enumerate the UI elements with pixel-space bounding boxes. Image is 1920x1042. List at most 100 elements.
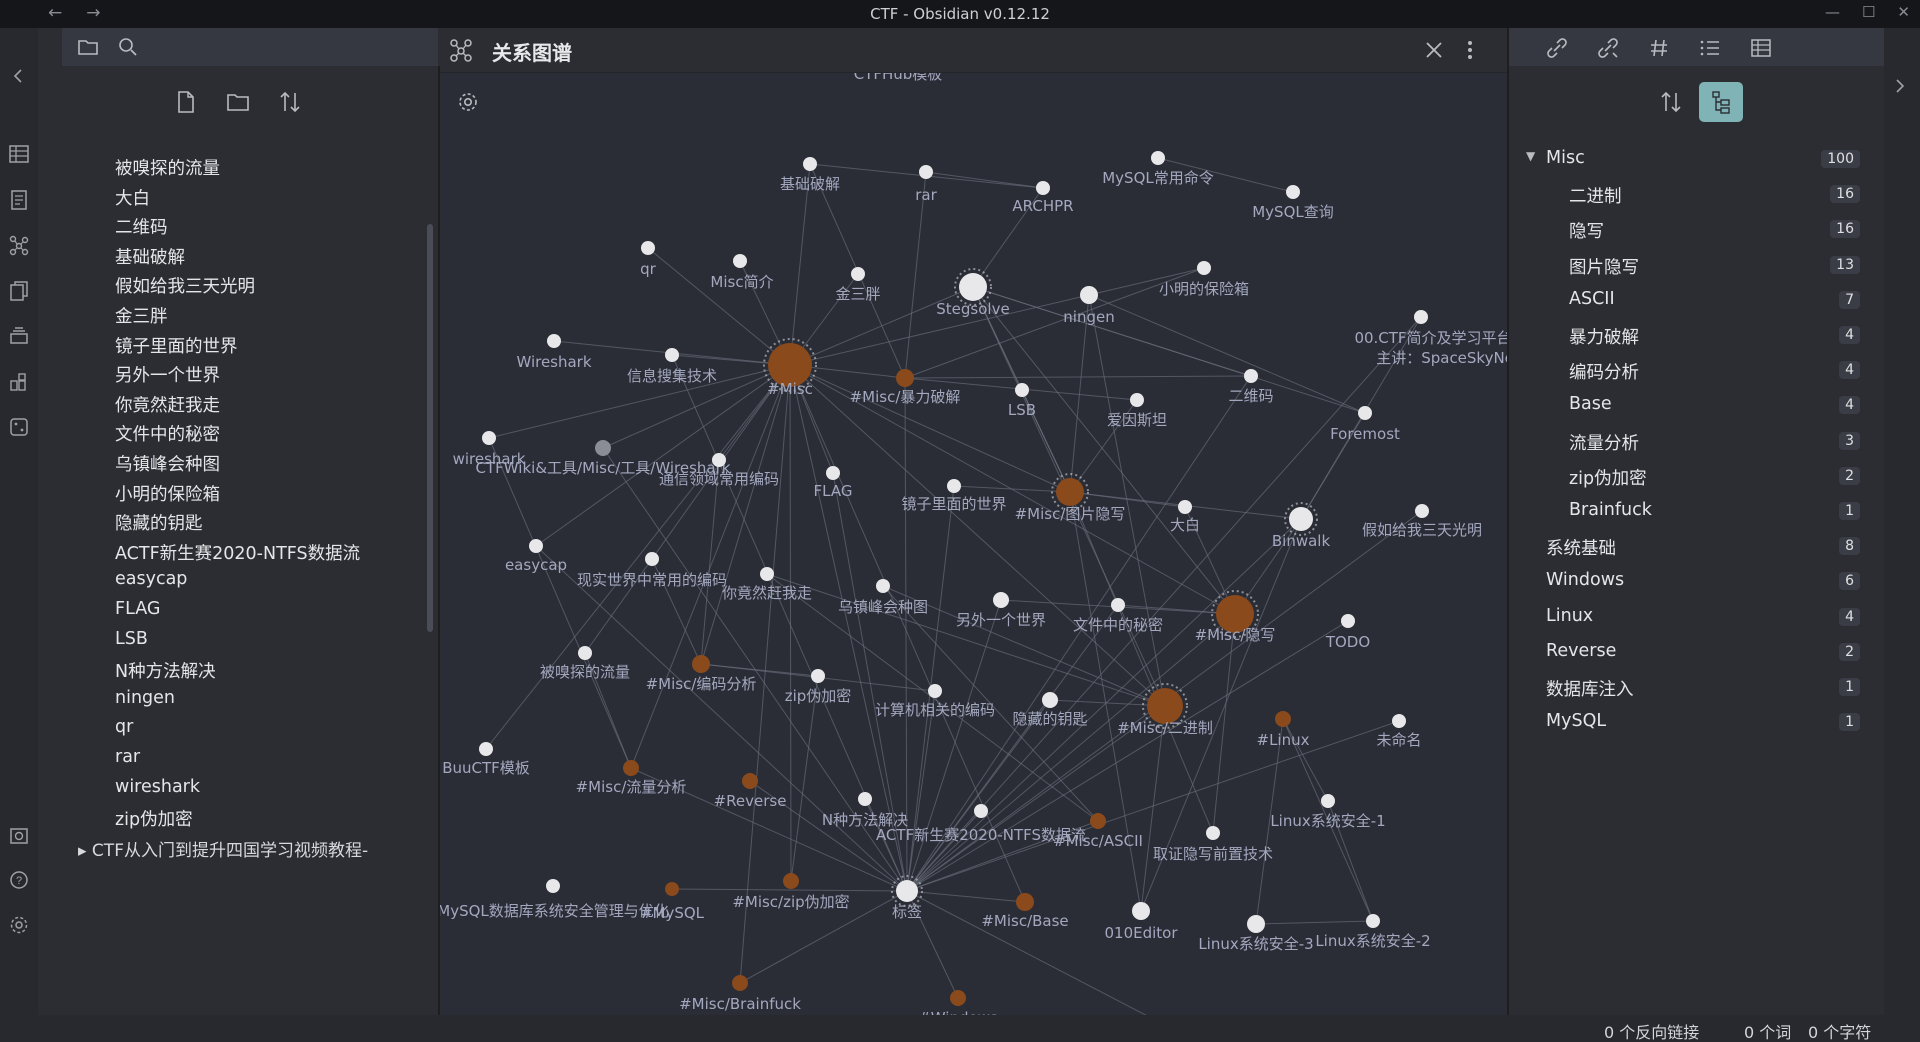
graph-note-node[interactable] <box>529 539 543 553</box>
graph-note-node[interactable] <box>1111 598 1125 612</box>
tag-hash-icon[interactable] <box>1647 36 1671 60</box>
file-item[interactable]: 你竟然赶我走 <box>115 392 220 417</box>
dice-icon[interactable] <box>7 415 31 439</box>
graph-note-node[interactable] <box>1206 826 1220 840</box>
graph-note-node[interactable] <box>1042 692 1058 708</box>
tree-view-toggle[interactable] <box>1699 82 1743 122</box>
graph-note-node[interactable] <box>1244 369 1258 383</box>
file-item[interactable]: 被嗅探的流量 <box>115 155 220 180</box>
graph-note-node[interactable] <box>1321 794 1335 808</box>
graph-note-node[interactable] <box>811 669 825 683</box>
new-folder-icon[interactable] <box>224 88 252 116</box>
file-item[interactable]: LSB <box>115 629 148 649</box>
tag-row[interactable]: ASCII 7 <box>1509 286 1884 316</box>
more-options-icon[interactable] <box>1462 38 1478 62</box>
graph-note-node[interactable] <box>645 552 659 566</box>
graph-tag-node[interactable] <box>950 990 966 1006</box>
outgoing-links-icon[interactable] <box>1596 36 1620 60</box>
graph-note-node[interactable] <box>928 684 942 698</box>
graph-note-node[interactable] <box>1289 507 1313 531</box>
graph-note-node[interactable] <box>1197 261 1211 275</box>
graph-note-node[interactable] <box>1178 500 1192 514</box>
maximize-icon[interactable]: ☐ <box>1862 3 1875 21</box>
search-icon[interactable] <box>116 35 140 59</box>
graph-note-node[interactable] <box>1130 393 1144 407</box>
graph-note-node[interactable] <box>1358 406 1372 420</box>
folder-tab-icon[interactable] <box>76 35 100 59</box>
graph-note-node[interactable] <box>1151 151 1165 165</box>
tag-row[interactable]: 编码分析 4 <box>1509 356 1884 386</box>
graph-note-node[interactable] <box>947 479 961 493</box>
file-item[interactable]: qr <box>115 717 133 737</box>
graph-note-node[interactable] <box>482 431 496 445</box>
graph-note-node[interactable] <box>547 334 561 348</box>
file-item[interactable]: 隐藏的钥匙 <box>115 510 203 535</box>
graph-note-node[interactable] <box>760 567 774 581</box>
tag-row[interactable]: 流量分析 3 <box>1509 427 1884 457</box>
file-item[interactable]: 金三胖 <box>115 303 168 328</box>
tag-row[interactable]: 系统基础 8 <box>1509 532 1884 562</box>
graph-note-node[interactable] <box>858 792 872 806</box>
graph-note-node[interactable] <box>1247 915 1265 933</box>
close-window-icon[interactable]: ✕ <box>1897 3 1910 21</box>
graph-note-node[interactable] <box>826 466 840 480</box>
graph-note-node[interactable] <box>876 579 890 593</box>
table-icon[interactable] <box>7 142 31 166</box>
file-item[interactable]: ACTF新生赛2020-NTFS数据流 <box>115 540 360 565</box>
tag-row[interactable]: MySQL 1 <box>1509 708 1884 738</box>
file-item[interactable]: 大白 <box>115 185 150 210</box>
vault-icon[interactable] <box>7 824 31 848</box>
file-item[interactable]: 基础破解 <box>115 244 185 269</box>
file-item[interactable]: FLAG <box>115 599 160 619</box>
sort-icon[interactable] <box>276 88 304 116</box>
graph-note-node[interactable] <box>1015 383 1029 397</box>
graph-tag-node[interactable] <box>623 760 639 776</box>
graph-settings-icon[interactable] <box>456 90 480 114</box>
graph-note-node[interactable] <box>665 348 679 362</box>
graph-tag-node[interactable] <box>1090 813 1106 829</box>
file-item[interactable]: 另外一个世界 <box>115 362 220 387</box>
graph-note-node[interactable] <box>1132 902 1150 920</box>
file-item[interactable]: easycap <box>115 569 187 589</box>
graph-note-node[interactable] <box>993 592 1009 608</box>
file-item[interactable]: ningen <box>115 688 175 708</box>
stack-icon[interactable] <box>7 324 31 348</box>
graph-note-node[interactable] <box>641 241 655 255</box>
tag-row[interactable]: Brainfuck 1 <box>1509 497 1884 527</box>
graph-note-node[interactable] <box>1392 714 1406 728</box>
collapse-left-icon[interactable] <box>7 64 31 88</box>
graph-view-icon[interactable] <box>7 233 31 257</box>
file-item[interactable]: 假如给我三天光明 <box>115 273 255 298</box>
tag-row[interactable]: ▼ Misc 100 <box>1509 145 1884 175</box>
settings-icon[interactable] <box>7 913 31 937</box>
sort-icon[interactable] <box>1657 88 1685 116</box>
tag-row[interactable]: 暴力破解 4 <box>1509 321 1884 351</box>
graph-note-node[interactable] <box>1286 185 1300 199</box>
expand-right-icon[interactable] <box>1891 78 1913 100</box>
graph-note-node[interactable] <box>803 157 817 171</box>
file-item[interactable]: 乌镇峰会种图 <box>115 451 220 476</box>
graph-note-node[interactable] <box>959 273 987 301</box>
tag-row[interactable]: Windows 6 <box>1509 567 1884 597</box>
tag-row[interactable]: 图片隐写 13 <box>1509 251 1884 281</box>
graph-note-node[interactable] <box>1036 181 1050 195</box>
graph-note-node[interactable] <box>974 804 988 818</box>
file-item[interactable]: 小明的保险箱 <box>115 481 220 506</box>
file-item[interactable]: wireshark <box>115 777 200 797</box>
graph-note-node[interactable] <box>712 453 726 467</box>
document-list-icon[interactable] <box>7 188 31 212</box>
graph-tag-node[interactable] <box>742 773 758 789</box>
tag-row[interactable]: Base 4 <box>1509 391 1884 421</box>
graph-tag-node[interactable] <box>896 369 914 387</box>
graph-note-node[interactable] <box>546 879 560 893</box>
graph-note-node[interactable] <box>1414 310 1428 324</box>
graph-note-node[interactable] <box>1415 504 1429 518</box>
file-item[interactable]: zip伪加密 <box>115 806 193 831</box>
graph-note-node[interactable] <box>1080 286 1098 304</box>
graph-note-node[interactable] <box>851 267 865 281</box>
blocks-icon[interactable] <box>7 370 31 394</box>
graph-note-node[interactable] <box>733 254 747 268</box>
tag-row[interactable]: Linux 4 <box>1509 603 1884 633</box>
tag-row[interactable]: 数据库注入 1 <box>1509 673 1884 703</box>
graph-note-node[interactable] <box>595 440 611 456</box>
